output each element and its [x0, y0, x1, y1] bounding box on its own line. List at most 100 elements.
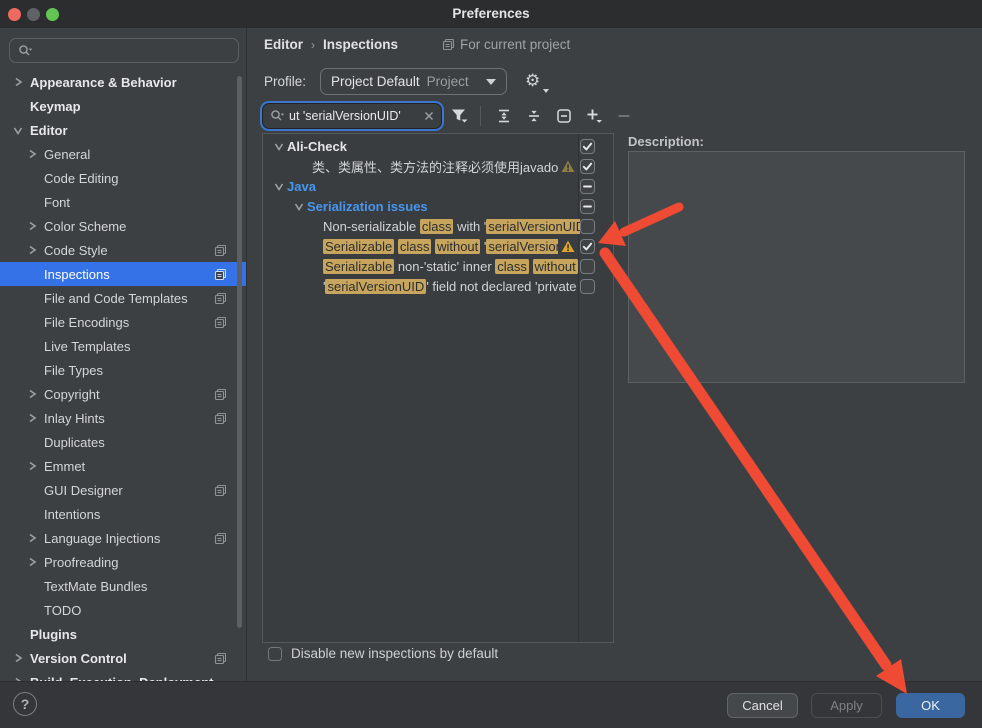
sidebar-item-color-scheme[interactable]: Color Scheme	[0, 214, 247, 238]
chevron-right-icon[interactable]	[24, 532, 40, 544]
chevron-right-icon[interactable]	[24, 220, 40, 232]
breadcrumb-editor[interactable]: Editor	[264, 37, 303, 52]
profile-select[interactable]: Project Default Project	[320, 68, 507, 95]
chevron-down-icon[interactable]	[271, 140, 287, 152]
chevron-right-icon[interactable]	[24, 244, 40, 256]
chevron-right-icon[interactable]	[24, 460, 40, 472]
sidebar-item-editor[interactable]: Editor	[0, 118, 247, 142]
inspection-checkbox-unchecked[interactable]	[580, 279, 595, 294]
sidebar-scrollbar-thumb[interactable]	[237, 76, 242, 628]
ok-button[interactable]: OK	[896, 693, 965, 718]
sidebar-item-duplicates[interactable]: Duplicates	[0, 430, 247, 454]
inspection-group-label: Serialization issues	[307, 199, 580, 214]
inspection-search-field[interactable]	[262, 103, 442, 129]
inspection-group-serialization-issues[interactable]: Serialization issues	[263, 196, 613, 216]
sidebar-item-inspections[interactable]: Inspections	[0, 262, 247, 286]
sidebar-item-inlay-hints[interactable]: Inlay Hints	[0, 406, 247, 430]
chevron-down-icon[interactable]	[10, 124, 26, 136]
inspection-checkbox-indeterminate[interactable]	[580, 199, 595, 214]
sidebar-item-general[interactable]: General	[0, 142, 247, 166]
sidebar-item-label: Language Injections	[44, 531, 160, 546]
sidebar-item-live-templates[interactable]: Live Templates	[0, 334, 247, 358]
chevron-right-icon[interactable]	[24, 148, 40, 160]
inspection-item[interactable]: 类、类属性、类方法的注释必须使用javadoc规范	[263, 156, 613, 176]
chevron-right-icon[interactable]	[24, 388, 40, 400]
sidebar-item-font[interactable]: Font	[0, 190, 247, 214]
cancel-button[interactable]: Cancel	[727, 693, 798, 718]
inspection-group-ali-check[interactable]: Ali-Check	[263, 136, 613, 156]
inspection-checkbox-unchecked[interactable]	[580, 259, 595, 274]
sidebar-item-label: Emmet	[44, 459, 85, 474]
collapse-all-icon[interactable]	[521, 103, 547, 129]
sidebar-item-label: TextMate Bundles	[44, 579, 147, 594]
sidebar-item-keymap[interactable]: Keymap	[0, 94, 247, 118]
sidebar-item-appearance-behavior[interactable]: Appearance & Behavior	[0, 70, 247, 94]
per-project-icon	[214, 268, 227, 281]
sidebar-item-version-control[interactable]: Version Control	[0, 646, 247, 670]
sidebar-item-emmet[interactable]: Emmet	[0, 454, 247, 478]
sidebar-item-label: Inlay Hints	[44, 411, 105, 426]
reset-inspection-icon[interactable]	[551, 103, 577, 129]
sidebar-item-textmate-bundles[interactable]: TextMate Bundles	[0, 574, 247, 598]
chevron-down-icon[interactable]	[271, 180, 287, 192]
inspection-search-input[interactable]	[289, 109, 420, 123]
chevron-right-icon[interactable]	[10, 76, 26, 88]
chevron-right-icon[interactable]	[24, 556, 40, 568]
chevron-right-icon[interactable]	[24, 412, 40, 424]
clear-search-icon[interactable]	[424, 111, 434, 121]
profile-value-suffix: Project	[427, 74, 469, 89]
inspection-group-label: Java	[287, 179, 580, 194]
sidebar-item-intentions[interactable]: Intentions	[0, 502, 247, 526]
sidebar-item-todo[interactable]: TODO	[0, 598, 247, 622]
sidebar-item-file-and-code-templates[interactable]: File and Code Templates	[0, 286, 247, 310]
inspection-checkbox-checked[interactable]	[580, 239, 595, 254]
inspection-item[interactable]: 'serialVersionUID' field not declared 'p…	[263, 276, 613, 296]
sidebar-item-label: Proofreading	[44, 555, 118, 570]
inspection-checkbox-indeterminate[interactable]	[580, 179, 595, 194]
sidebar-item-file-types[interactable]: File Types	[0, 358, 247, 382]
sidebar-item-file-encodings[interactable]: File Encodings	[0, 310, 247, 334]
help-button[interactable]: ?	[13, 692, 37, 716]
search-match-highlight: Serializable	[323, 259, 394, 274]
filter-icon[interactable]	[446, 103, 472, 129]
inspection-item-label: 'serialVersionUID' field not declared 'p…	[323, 279, 580, 294]
search-icon	[18, 44, 33, 58]
sidebar-item-code-style[interactable]: Code Style	[0, 238, 247, 262]
sidebar-item-plugins[interactable]: Plugins	[0, 622, 247, 646]
disable-new-inspections-checkbox[interactable]	[268, 647, 282, 661]
warning-icon	[561, 240, 575, 253]
sidebar-search-input[interactable]	[38, 43, 218, 58]
inspection-checkbox-checked[interactable]	[580, 139, 595, 154]
inspection-item[interactable]: Serializable class without 'serialVersio…	[263, 236, 613, 256]
inspection-item[interactable]: Non-serializable class with 'serialVersi…	[263, 216, 613, 236]
profile-row: Profile: Project Default Project ⚙	[264, 68, 549, 95]
sidebar-item-language-injections[interactable]: Language Injections	[0, 526, 247, 550]
search-match-highlight: without	[533, 259, 578, 274]
sidebar-item-label: Code Style	[44, 243, 108, 258]
expand-all-icon[interactable]	[491, 103, 517, 129]
toolbar-separator	[480, 106, 481, 126]
sidebar-item-build-execution-deployment[interactable]: Build, Execution, Deployment	[0, 670, 247, 681]
breadcrumb-inspections[interactable]: Inspections	[323, 37, 398, 52]
profile-actions-button[interactable]: ⚙	[525, 71, 549, 93]
inspection-checkbox-unchecked[interactable]	[580, 219, 595, 234]
inspection-checkbox-checked[interactable]	[580, 159, 595, 174]
per-project-icon	[214, 652, 227, 665]
sidebar-item-proofreading[interactable]: Proofreading	[0, 550, 247, 574]
scope-indicator: For current project	[442, 37, 570, 52]
sidebar-item-gui-designer[interactable]: GUI Designer	[0, 478, 247, 502]
inspection-group-java[interactable]: Java	[263, 176, 613, 196]
inspection-item[interactable]: Serializable non-'static' inner class wi…	[263, 256, 613, 276]
warning-icon	[561, 160, 575, 173]
sidebar-item-code-editing[interactable]: Code Editing	[0, 166, 247, 190]
search-match-highlight: class	[420, 219, 454, 234]
apply-button[interactable]: Apply	[811, 693, 882, 718]
chevron-down-icon[interactable]	[291, 200, 307, 212]
inspection-group-label: Ali-Check	[287, 139, 580, 154]
per-project-icon	[214, 292, 227, 305]
sidebar-item-label: Code Editing	[44, 171, 118, 186]
add-inspection-icon[interactable]	[581, 103, 607, 129]
chevron-right-icon[interactable]	[10, 652, 26, 664]
sidebar-search-box[interactable]	[9, 38, 239, 63]
sidebar-item-copyright[interactable]: Copyright	[0, 382, 247, 406]
